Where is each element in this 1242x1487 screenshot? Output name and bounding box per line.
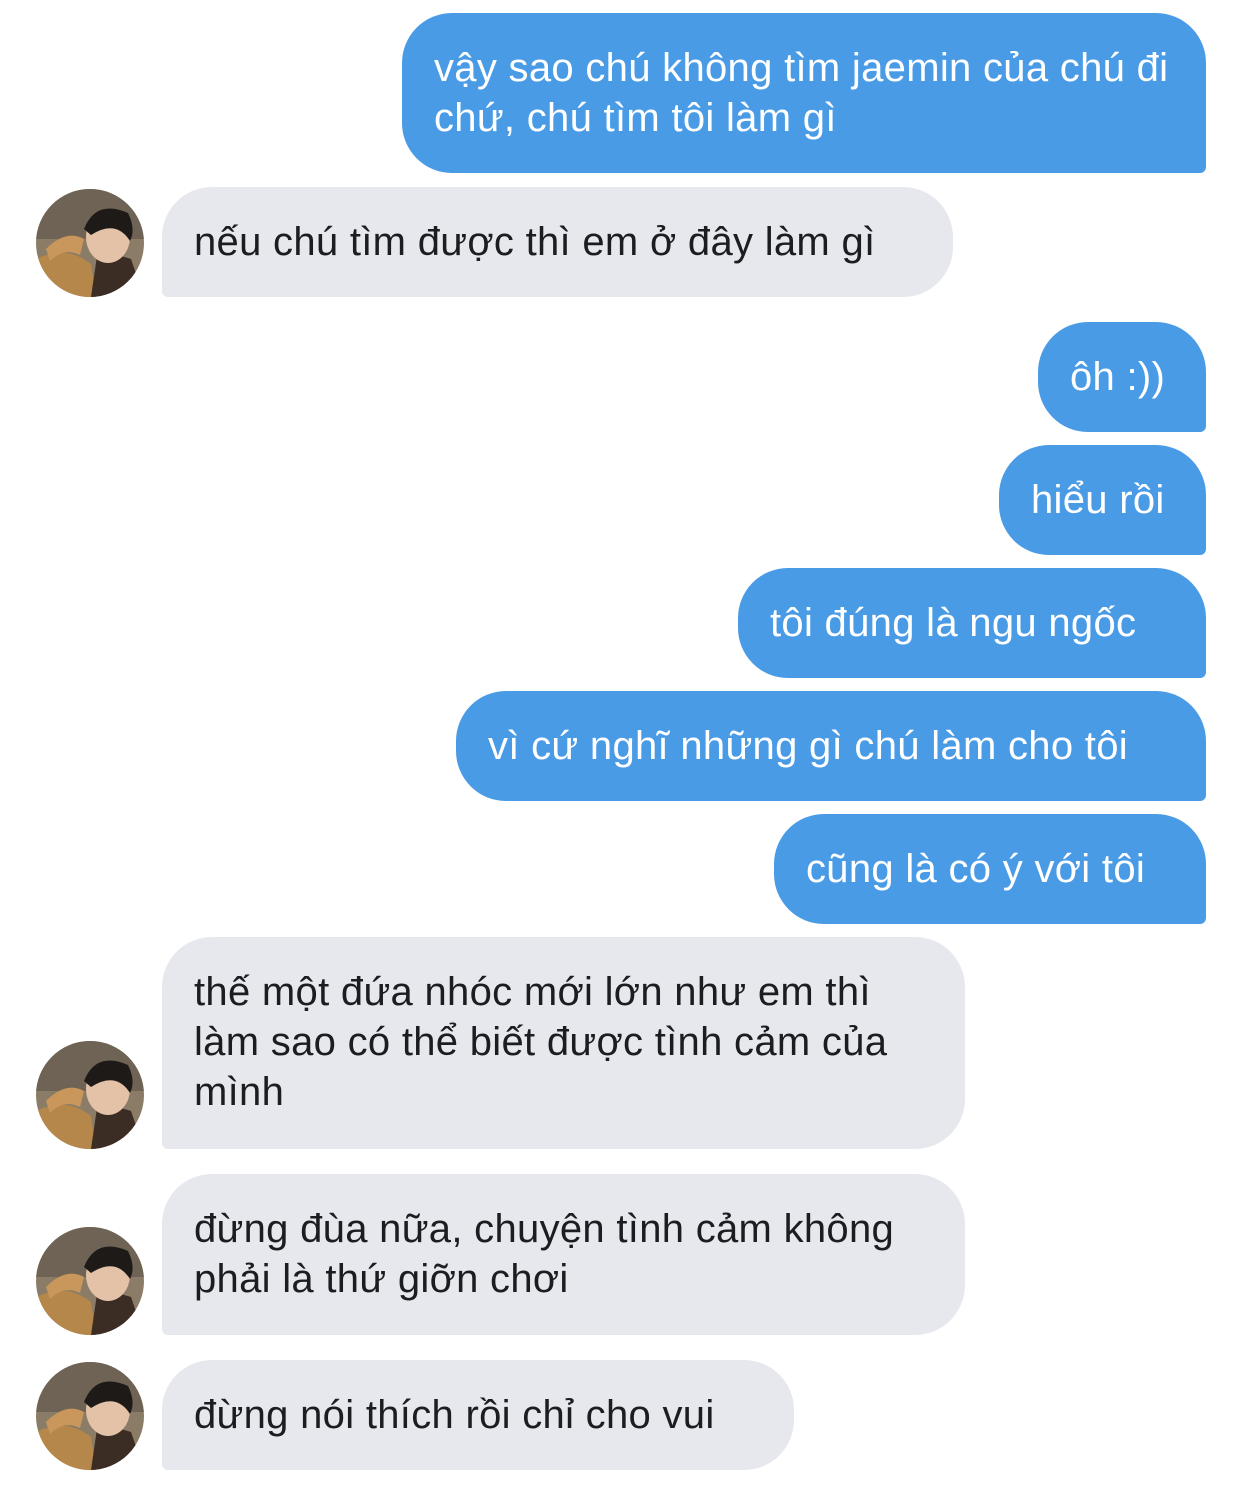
profile-photo-icon — [36, 1041, 144, 1149]
profile-photo-icon — [36, 1362, 144, 1470]
message-text: vậy sao chú không tìm jaemin của chú đi … — [434, 46, 1169, 140]
message-text: cũng là có ý với tôi — [806, 847, 1146, 891]
message-text: ôh :)) — [1070, 355, 1166, 399]
message-bubble-outgoing[interactable]: cũng là có ý với tôi — [774, 814, 1206, 924]
contact-avatar[interactable] — [36, 189, 144, 297]
contact-avatar[interactable] — [36, 1041, 144, 1149]
message-bubble-outgoing[interactable]: tôi đúng là ngu ngốc — [738, 568, 1206, 678]
message-text: đừng đùa nữa, chuyện tình cảm không phải… — [194, 1207, 895, 1301]
profile-photo-icon — [36, 189, 144, 297]
message-bubble-outgoing[interactable]: vì cứ nghĩ những gì chú làm cho tôi — [456, 691, 1206, 801]
message-text: vì cứ nghĩ những gì chú làm cho tôi — [488, 724, 1128, 768]
message-bubble-incoming[interactable]: đừng nói thích rồi chỉ cho vui — [162, 1360, 794, 1470]
message-bubble-outgoing[interactable]: ôh :)) — [1038, 322, 1206, 432]
message-text: đừng nói thích rồi chỉ cho vui — [194, 1393, 715, 1437]
profile-photo-icon — [36, 1227, 144, 1335]
message-bubble-outgoing[interactable]: hiểu rồi — [999, 445, 1206, 555]
message-text: nếu chú tìm được thì em ở đây làm gì — [194, 220, 876, 264]
contact-avatar[interactable] — [36, 1227, 144, 1335]
message-text: thế một đứa nhóc mới lớn như em thì làm … — [194, 970, 888, 1114]
message-bubble-outgoing[interactable]: vậy sao chú không tìm jaemin của chú đi … — [402, 13, 1206, 173]
message-text: hiểu rồi — [1031, 478, 1165, 522]
message-bubble-incoming[interactable]: thế một đứa nhóc mới lớn như em thì làm … — [162, 937, 965, 1149]
message-bubble-incoming[interactable]: nếu chú tìm được thì em ở đây làm gì — [162, 187, 953, 297]
message-bubble-incoming[interactable]: đừng đùa nữa, chuyện tình cảm không phải… — [162, 1174, 965, 1335]
contact-avatar[interactable] — [36, 1362, 144, 1470]
message-text: tôi đúng là ngu ngốc — [770, 601, 1137, 645]
